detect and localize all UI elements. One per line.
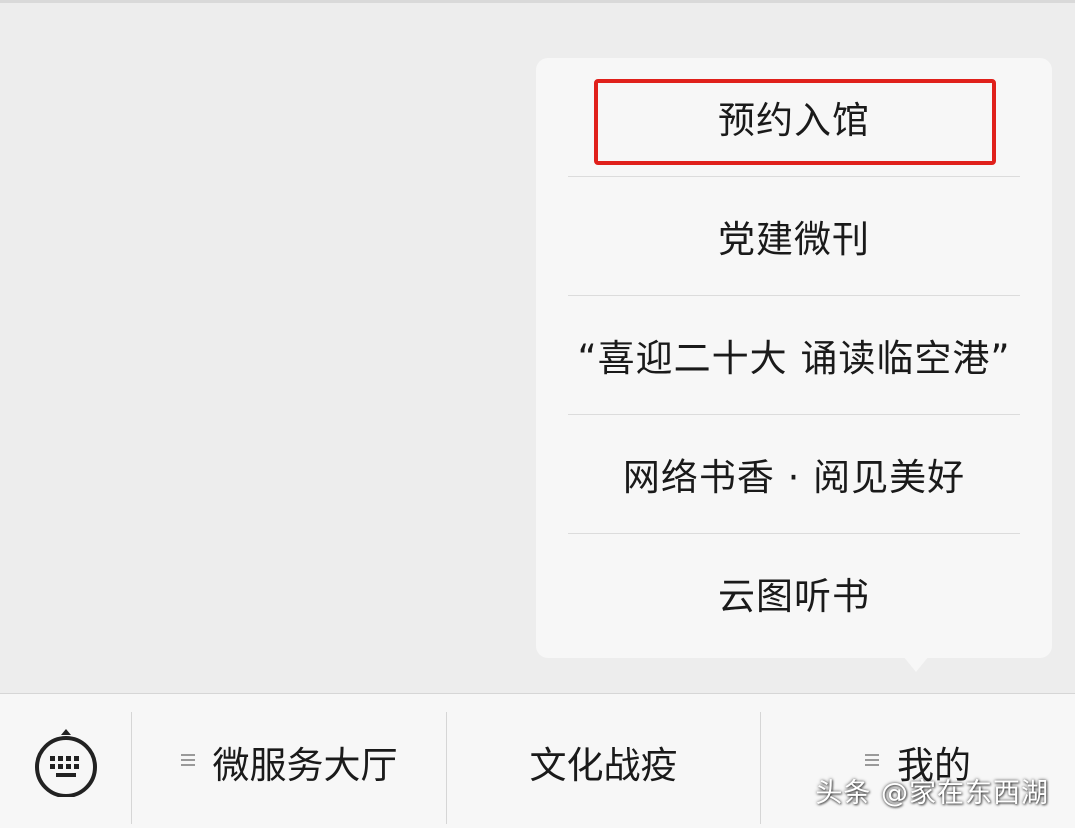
menu-micro-service-hall[interactable]: 微服务大厅 (132, 694, 446, 828)
wechat-official-account-screen: 预约入馆 党建微刊 “喜迎二十大 诵读临空港” 网络书香 · 阅见美好 云图听书 (0, 0, 1075, 828)
submenu-item-cloud-audiobooks[interactable]: 云图听书 (536, 534, 1052, 652)
submenu-indicator-icon (180, 751, 195, 769)
submenu-item-label: 党建微刊 (718, 218, 870, 261)
submenu-item-online-reading[interactable]: 网络书香 · 阅见美好 (536, 415, 1052, 533)
menu-label: 文化战疫 (529, 743, 678, 787)
submenu-item-label: 网络书香 · 阅见美好 (622, 456, 966, 499)
watermark: 头条 @家在东西湖 (815, 778, 1049, 809)
top-divider (0, 0, 1075, 3)
submenu-item-reading-event[interactable]: “喜迎二十大 诵读临空港” (536, 296, 1052, 414)
menu-culture-fight-epidemic[interactable]: 文化战疫 (447, 694, 760, 828)
submenu-item-label: 云图听书 (718, 575, 870, 618)
highlight-annotation-box (594, 79, 996, 165)
popup-caret (903, 656, 929, 672)
keyboard-toggle-button[interactable] (0, 694, 132, 828)
menu-label: 微服务大厅 (212, 743, 398, 787)
keyboard-icon (35, 728, 97, 797)
submenu-indicator-icon (865, 751, 879, 769)
submenu-item-label: “喜迎二十大 诵读临空港” (577, 337, 1011, 380)
submenu-item-party-journal[interactable]: 党建微刊 (536, 177, 1052, 295)
